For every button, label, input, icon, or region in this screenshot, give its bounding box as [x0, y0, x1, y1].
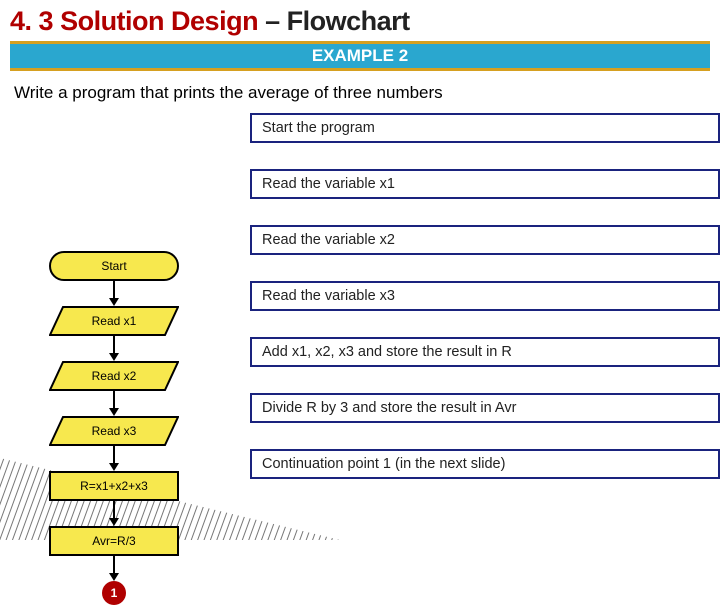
- flow-description: Divide R by 3 and store the result in Av…: [250, 393, 720, 423]
- problem-prompt: Write a program that prints the average …: [0, 75, 720, 113]
- io-shape: Read x1: [49, 306, 179, 336]
- flow-label: Read x2: [92, 369, 137, 383]
- flow-arrow: [109, 556, 119, 581]
- process-shape: Avr=R/3: [49, 526, 179, 556]
- flow-node-read-x1: Read x1: [49, 306, 179, 336]
- flow-node-read-x2: Read x2: [49, 361, 179, 391]
- heading-separator: –: [265, 6, 280, 36]
- flow-arrow: [109, 281, 119, 306]
- example-banner: EXAMPLE 2: [10, 41, 710, 71]
- flow-arrow: [109, 501, 119, 526]
- slide-heading: 4. 3 Solution Design – Flowchart: [0, 0, 720, 41]
- flow-label: Read x1: [92, 314, 137, 328]
- flow-node-connector: 1: [102, 581, 126, 605]
- flow-label: Start: [101, 259, 126, 273]
- flow-arrow: [109, 391, 119, 416]
- flow-description: Read the variable x1: [250, 169, 720, 199]
- flow-description: Read the variable x2: [250, 225, 720, 255]
- terminator-shape: Start: [49, 251, 179, 281]
- example-banner-wrap: EXAMPLE 2: [10, 41, 710, 71]
- process-shape: R=x1+x2+x3: [49, 471, 179, 501]
- description-column: Start the program Read the variable x1 R…: [250, 113, 720, 479]
- flow-arrow: [109, 336, 119, 361]
- flow-description: Read the variable x3: [250, 281, 720, 311]
- flow-node-sum: R=x1+x2+x3: [49, 471, 179, 501]
- flow-description: Start the program: [250, 113, 720, 143]
- flow-node-start: Start: [49, 251, 179, 281]
- heading-main: Solution Design: [60, 6, 258, 36]
- flow-description: Add x1, x2, x3 and store the result in R: [250, 337, 720, 367]
- flow-label: Read x3: [92, 424, 137, 438]
- flowchart-area: Start Read x1 Read x2: [0, 113, 720, 479]
- flowchart-column: Start Read x1 Read x2: [14, 251, 214, 605]
- connector-shape: 1: [102, 581, 126, 605]
- flow-label: R=x1+x2+x3: [80, 479, 148, 493]
- flow-label: Avr=R/3: [92, 534, 135, 548]
- io-shape: Read x2: [49, 361, 179, 391]
- flow-label: 1: [111, 586, 118, 600]
- flow-arrow: [109, 446, 119, 471]
- heading-sub: Flowchart: [287, 6, 410, 36]
- io-shape: Read x3: [49, 416, 179, 446]
- flow-node-average: Avr=R/3: [49, 526, 179, 556]
- flow-description: Continuation point 1 (in the next slide): [250, 449, 720, 479]
- heading-section-number: 4. 3: [10, 6, 53, 36]
- flow-node-read-x3: Read x3: [49, 416, 179, 446]
